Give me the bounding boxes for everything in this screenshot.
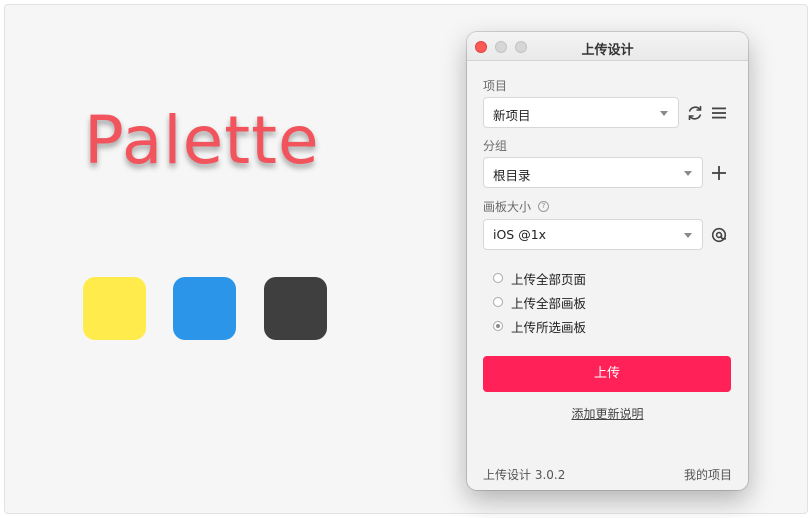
radio-upload-all-pages[interactable]: 上传全部页面 [493, 270, 587, 287]
radio-label: 上传所选画板 [511, 319, 587, 335]
palette-title: Palette [84, 102, 320, 179]
group-label: 分组 [483, 139, 508, 153]
swatch-blue[interactable] [173, 277, 236, 340]
plus-icon[interactable] [709, 163, 729, 183]
refresh-icon[interactable] [685, 103, 705, 123]
artboard-size-label: 画板大小 [483, 200, 532, 214]
group-select[interactable]: 根目录 [483, 157, 703, 188]
menu-icon[interactable] [709, 103, 729, 123]
radio-label: 上传全部画板 [511, 295, 587, 311]
at-icon[interactable] [709, 225, 729, 245]
artboard-size-select[interactable]: iOS @1x [483, 219, 703, 250]
radio-upload-all-artboards[interactable]: 上传全部画板 [493, 294, 587, 311]
swatch-dark[interactable] [264, 277, 327, 340]
radio-label: 上传全部页面 [511, 271, 587, 287]
project-select-value: 新项目 [493, 108, 531, 123]
my-projects-link[interactable]: 我的项目 [684, 466, 732, 483]
group-select-value: 根目录 [493, 168, 531, 183]
radio-button[interactable] [493, 273, 503, 283]
radio-button[interactable] [493, 297, 503, 307]
swatch-yellow[interactable] [83, 277, 146, 340]
project-select[interactable]: 新项目 [483, 97, 679, 128]
radio-upload-selected-artboards[interactable]: 上传所选画板 [493, 318, 587, 335]
upload-design-window: 上传设计 项目 新项目 分组 根目录 画板大小 ? iOS @1x 上传全部页面… [467, 32, 748, 490]
radio-button[interactable] [493, 321, 503, 331]
chevron-down-icon [684, 233, 692, 238]
help-icon[interactable]: ? [538, 201, 549, 212]
chevron-down-icon [684, 171, 692, 176]
upload-button[interactable]: 上传 [483, 356, 731, 392]
project-label: 项目 [483, 79, 508, 93]
version-text: 上传设计 3.0.2 [483, 468, 566, 482]
artboard-size-select-value: iOS @1x [493, 227, 547, 242]
window-title: 上传设计 [581, 43, 634, 58]
chevron-down-icon [660, 111, 668, 116]
title-bar[interactable]: 上传设计 [467, 32, 748, 61]
add-changelog-link[interactable]: 添加更新说明 [467, 405, 748, 422]
